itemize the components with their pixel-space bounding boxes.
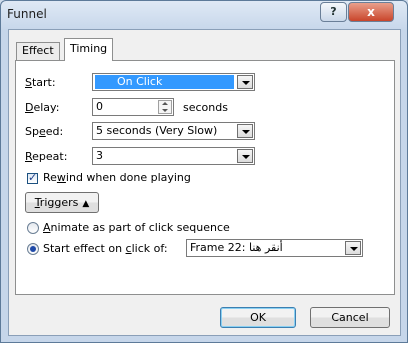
chevron-down-icon[interactable]	[345, 241, 361, 255]
animate-sequence-radio[interactable]	[27, 222, 39, 234]
repeat-label: Repeat:	[25, 150, 68, 163]
start-on-click-label: Start effect on click of:	[43, 242, 168, 255]
spin-buttons[interactable]	[158, 100, 172, 114]
rewind-checkbox[interactable]	[27, 171, 38, 184]
start-select[interactable]: On Click	[92, 73, 255, 91]
chevron-down-icon[interactable]	[237, 124, 253, 138]
timing-panel: Start: On Click Delay: 0 seconds Speed: …	[15, 60, 395, 295]
spin-up-icon[interactable]	[162, 102, 168, 105]
help-button[interactable]: ?	[320, 2, 347, 22]
repeat-value: 3	[96, 149, 103, 162]
dialog-title: Funnel	[7, 7, 47, 21]
speed-select[interactable]: 5 seconds (Very Slow)	[92, 122, 255, 140]
start-selected-value: On Click	[95, 75, 234, 89]
click-of-value: Frame 22: أنقر هنا	[190, 241, 283, 254]
spin-down-icon[interactable]	[162, 109, 168, 112]
double-chevron-up-icon: ▲	[82, 199, 90, 209]
chevron-down-icon[interactable]	[237, 75, 253, 89]
dialog-client-area: Effect Timing Start: On Click Delay: 0 s…	[8, 29, 401, 336]
repeat-select[interactable]: 3	[92, 147, 255, 165]
close-button[interactable]: x	[348, 2, 394, 22]
rewind-label: Rewind when done playing	[43, 171, 191, 184]
speed-value: 5 seconds (Very Slow)	[96, 124, 218, 137]
click-of-select[interactable]: Frame 22: أنقر هنا	[186, 239, 363, 257]
delay-stepper[interactable]: 0	[92, 98, 174, 116]
funnel-dialog: Funnel ? x Effect Timing Start: On Click…	[0, 0, 408, 343]
start-on-click-radio[interactable]	[27, 243, 39, 255]
chevron-down-icon[interactable]	[237, 149, 253, 163]
speed-label: Speed:	[25, 125, 64, 138]
delay-unit: seconds	[183, 101, 228, 114]
start-label: Start:	[25, 76, 56, 89]
ok-button[interactable]: OK	[220, 307, 296, 328]
delay-value: 0	[96, 100, 103, 113]
delay-label: Delay:	[25, 101, 60, 114]
animate-sequence-label: Animate as part of click sequence	[43, 221, 230, 234]
triggers-button[interactable]: Triggers ▲	[25, 192, 99, 213]
cancel-button[interactable]: Cancel	[310, 307, 390, 328]
tab-timing[interactable]: Timing	[64, 38, 114, 61]
tab-effect[interactable]: Effect	[16, 42, 60, 60]
